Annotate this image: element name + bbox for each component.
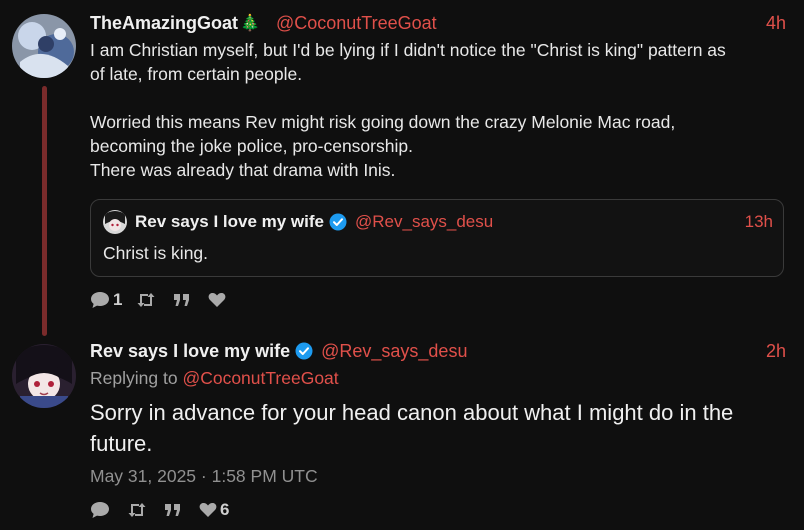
tweet-2-actions: 6	[90, 500, 243, 520]
quote-header: Rev says I love my wife @Rev_says_desu 1…	[135, 210, 773, 234]
verified-badge-icon	[329, 213, 347, 231]
quote-button[interactable]	[173, 293, 194, 307]
tweet-2-text: Sorry in advance for your head canon abo…	[90, 400, 734, 456]
quote-icon	[173, 293, 191, 307]
reply-icon	[90, 501, 110, 519]
christmas-tree-emoji: 🎄	[240, 15, 260, 32]
like-icon	[208, 292, 226, 308]
tweet-text: I am Christian myself, but I'd be lying …	[90, 40, 726, 180]
tweet-2-time[interactable]: 2h	[766, 341, 786, 362]
replying-handle[interactable]: @CoconutTreeGoat	[182, 368, 338, 388]
thread-connector-line	[42, 86, 47, 336]
retweet-button[interactable]	[127, 502, 150, 518]
quote-handle[interactable]: @Rev_says_desu	[355, 212, 493, 232]
thread-view: TheAmazingGoat 🎄 @CoconutTreeGoat 4h I a…	[0, 0, 804, 530]
tweet-header: TheAmazingGoat 🎄 @CoconutTreeGoat 4h	[90, 12, 786, 34]
replying-to: Replying to @CoconutTreeGoat	[90, 368, 339, 389]
tweet-2-header: Rev says I love my wife @Rev_says_desu 2…	[90, 340, 786, 362]
reply-button[interactable]: 1	[90, 290, 122, 310]
retweet-icon	[127, 502, 147, 518]
user-handle-rev[interactable]: @Rev_says_desu	[321, 341, 467, 362]
tweet-actions: 1	[90, 290, 243, 310]
quote-text: Christ is king.	[103, 243, 209, 263]
quoted-tweet[interactable]: Rev says I love my wife @Rev_says_desu 1…	[90, 199, 784, 277]
verified-badge-icon	[295, 342, 313, 360]
tweet-date[interactable]: May 31, 2025 · 1:58 PM UTC	[90, 466, 318, 487]
display-name[interactable]: TheAmazingGoat	[90, 13, 238, 34]
like-button[interactable]	[208, 292, 229, 308]
quote-time[interactable]: 13h	[745, 212, 773, 232]
display-name-rev[interactable]: Rev says I love my wife	[90, 341, 290, 362]
tweet-time[interactable]: 4h	[766, 13, 786, 34]
retweet-icon	[136, 292, 156, 308]
quote-avatar	[103, 210, 127, 234]
like-icon	[199, 502, 217, 518]
user-handle[interactable]: @CoconutTreeGoat	[276, 13, 437, 34]
like-button[interactable]: 6	[199, 500, 229, 520]
replying-prefix: Replying to	[90, 368, 178, 388]
avatar-theamazinggoat[interactable]	[12, 14, 76, 78]
reply-icon	[90, 291, 110, 309]
quote-button[interactable]	[164, 503, 185, 517]
like-count: 6	[220, 500, 230, 519]
quote-display-name[interactable]: Rev says I love my wife	[135, 212, 324, 232]
reply-count: 1	[113, 290, 123, 309]
retweet-button[interactable]	[136, 292, 159, 308]
reply-button[interactable]	[90, 501, 113, 519]
quote-icon	[164, 503, 182, 517]
avatar-rev-says-desu[interactable]	[12, 344, 76, 408]
